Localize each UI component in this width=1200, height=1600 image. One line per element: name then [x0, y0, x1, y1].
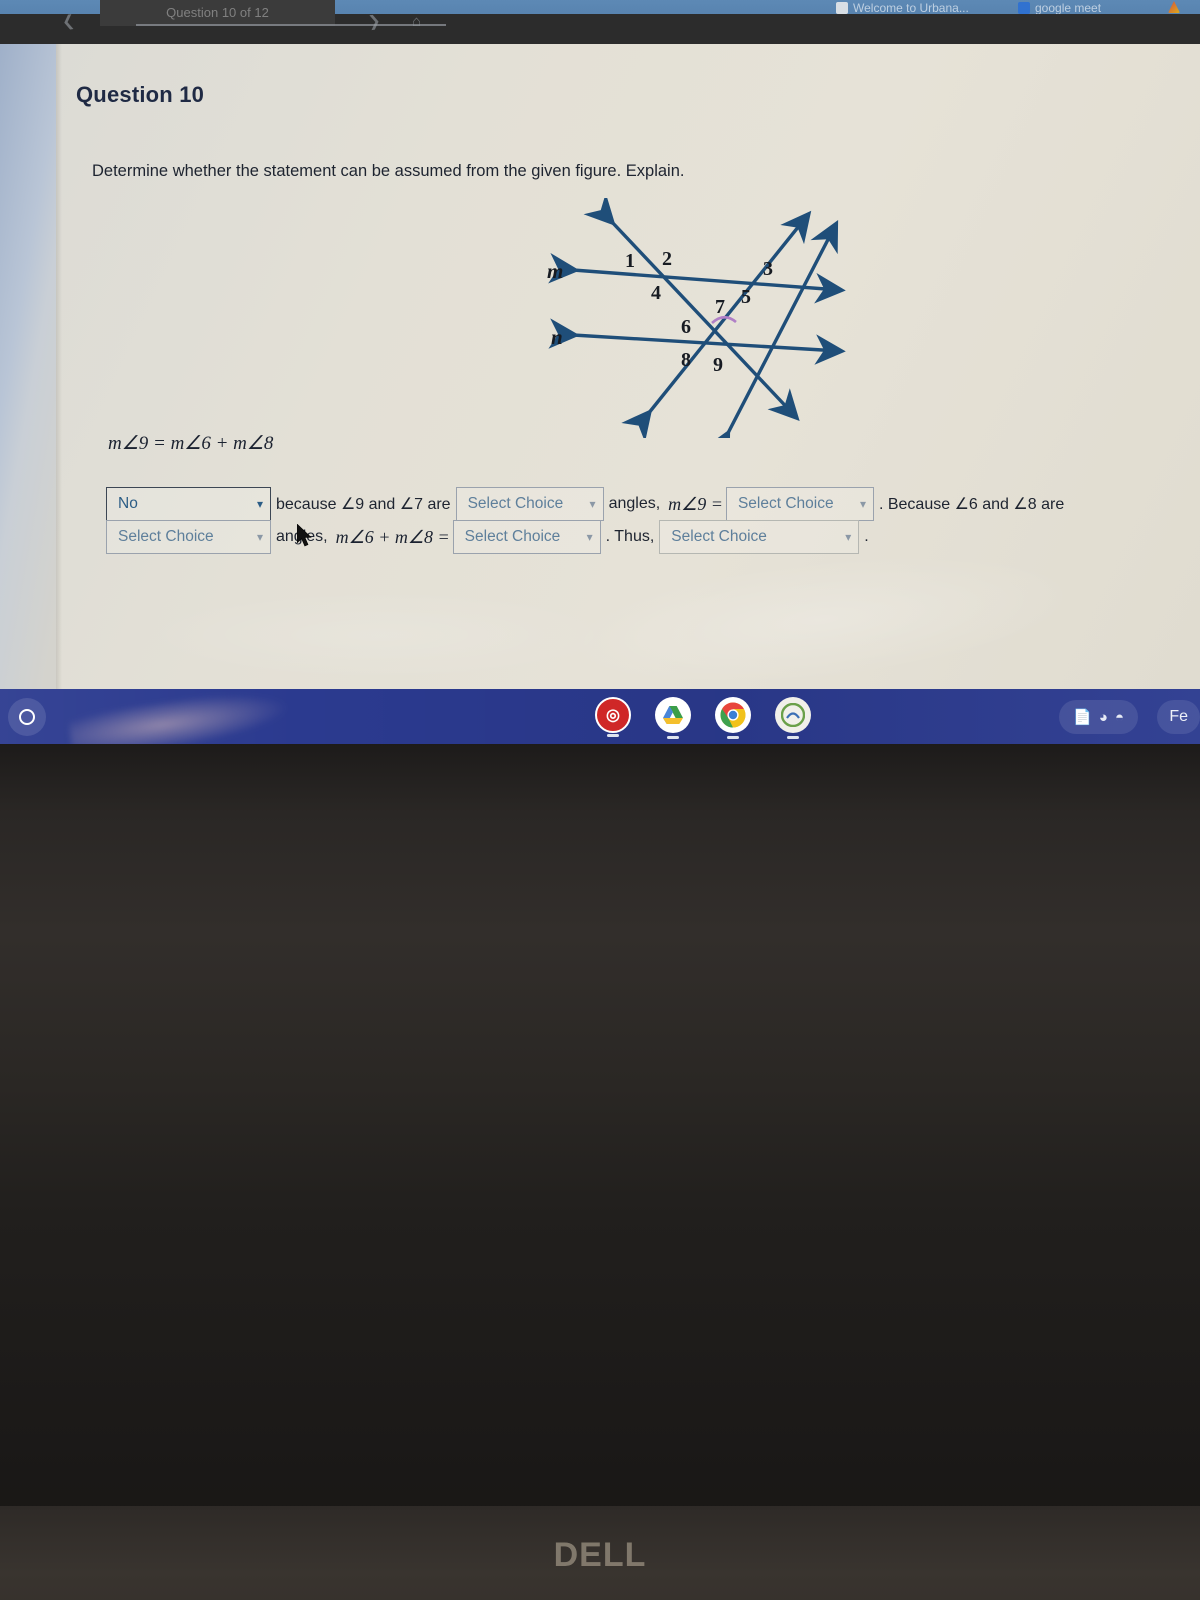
geometry-figure: m n 1 2 3 4 5 6 7 8 9: [505, 198, 875, 438]
clock-label: Fe: [1169, 708, 1188, 725]
battery-icon: ◓: [1114, 708, 1124, 726]
transversal-3: [702, 219, 839, 438]
bookmark-google-meet[interactable]: google meet: [1018, 1, 1101, 15]
wifi-icon: ◕: [1098, 708, 1108, 726]
statement-expression: m∠9 = m∠6 + m∠8: [108, 433, 274, 454]
dell-logo: DELL: [0, 1536, 1200, 1575]
screenshot-root: Welcome to Urbana... google meet Questio…: [0, 0, 1200, 1600]
answer-text-2: angles,: [608, 495, 661, 512]
label-line-n: n: [551, 325, 563, 349]
laptop-base: DELL ←→⟳◰❑❙❙☼✳🔇 !@2#3$4%5^6&7*8(9)0 qwer…: [0, 744, 1200, 1600]
bookmark-welcome-to-urbana[interactable]: Welcome to Urbana...: [836, 1, 969, 15]
dropdown-measure-1[interactable]: Select Choice ▾: [725, 487, 874, 521]
dropdown-yes-no[interactable]: No ▾: [106, 487, 271, 521]
label-angle-6: 6: [681, 316, 691, 338]
chevron-down-icon: ▾: [256, 496, 263, 511]
dropdown-angle-relation-2[interactable]: Select Choice ▾: [106, 520, 271, 554]
forward-slash-icon[interactable]: ❯: [367, 11, 382, 31]
google-drive-icon[interactable]: [655, 697, 691, 733]
bookmark-favicon: [1018, 2, 1030, 14]
tab-title: Question 10 of 12: [166, 5, 269, 20]
dropdown-value: Select Choice: [737, 494, 834, 512]
transversal-1: [583, 198, 800, 421]
chevron-down-icon: ▾: [256, 529, 263, 544]
transversal-2: [621, 210, 812, 438]
answer-text-3: . Because ∠6 and ∠8 are: [878, 496, 1065, 513]
dropdown-value: Select Choice: [118, 527, 214, 545]
answer-text-6: .: [864, 528, 869, 545]
label-angle-2: 2: [662, 248, 672, 270]
status-tray[interactable]: 📄 ◕ ◓: [1059, 700, 1138, 734]
label-line-m: m: [547, 259, 563, 283]
back-arrow-icon[interactable]: ❮: [61, 11, 76, 31]
dropdown-measure-2[interactable]: Select Choice ▾: [452, 520, 601, 554]
label-angle-3: 3: [763, 258, 773, 280]
label-angle-1: 1: [625, 250, 635, 272]
laptop-screen: Welcome to Urbana... google meet Questio…: [0, 0, 1200, 760]
label-angle-7: 7: [715, 296, 725, 318]
dropdown-angle-relation-1[interactable]: Select Choice ▾: [455, 487, 604, 521]
card-shadow: [56, 44, 62, 689]
chevron-down-icon: ▾: [859, 496, 866, 511]
browser-tab-question-10-of-12[interactable]: Question 10 of 12: [100, 0, 335, 26]
bookmark-favicon: [836, 2, 848, 14]
dropdown-conclusion[interactable]: Select Choice ▾: [659, 520, 860, 554]
chrome-icon[interactable]: [715, 697, 751, 733]
label-angle-9: 9: [713, 354, 723, 376]
chevron-down-icon: ▾: [589, 496, 596, 511]
dropdown-value: Select Choice: [671, 527, 767, 545]
clever-app-icon[interactable]: ◎: [595, 697, 631, 733]
label-angle-8: 8: [681, 349, 691, 371]
answer-math-2: m∠6 + m∠8 =: [335, 526, 450, 547]
bookmark-label: google meet: [1035, 1, 1102, 15]
label-angle-5: 5: [741, 286, 751, 308]
drive-triangle-icon: [1168, 1, 1180, 13]
shelf-app-list: ◎: [595, 697, 811, 733]
bookmark-drive[interactable]: [1168, 1, 1180, 13]
tab-underline: [136, 24, 446, 26]
page-title: Question 10: [76, 82, 205, 107]
chevron-down-icon: ▾: [845, 529, 852, 544]
answer-paragraph: No ▾ because ∠9 and ∠7 are Select Choice…: [106, 487, 1126, 557]
answer-line-2: Select Choice ▾ angles, m∠6 + m∠8 = Sele…: [106, 520, 1126, 554]
launcher-circle-icon[interactable]: [8, 698, 46, 736]
dropdown-value: No: [118, 494, 138, 512]
line-m: [548, 252, 846, 304]
label-angle-4: 4: [651, 282, 661, 304]
shelf-clock[interactable]: Fe: [1157, 700, 1200, 734]
dell-logo-text: DELL: [553, 1536, 647, 1574]
chevron-down-icon: ▾: [586, 529, 593, 544]
bookmark-label: Welcome to Urbana...: [853, 1, 969, 15]
dropdown-value: Select Choice: [467, 494, 564, 512]
bookmark-star-icon[interactable]: ⌂: [412, 13, 421, 30]
answer-text-1: because ∠9 and ∠7 are: [276, 496, 451, 513]
file-icon: 📄: [1073, 709, 1092, 726]
clever-glyph: ◎: [606, 707, 620, 724]
answer-math-1: m∠9 =: [668, 493, 723, 514]
answer-line-1: No ▾ because ∠9 and ∠7 are Select Choice…: [106, 487, 1126, 521]
answer-text-5: . Thus,: [605, 528, 655, 545]
question-prompt: Determine whether the statement can be a…: [92, 162, 685, 180]
dropdown-value: Select Choice: [464, 527, 561, 545]
school-app-icon[interactable]: [775, 697, 811, 733]
